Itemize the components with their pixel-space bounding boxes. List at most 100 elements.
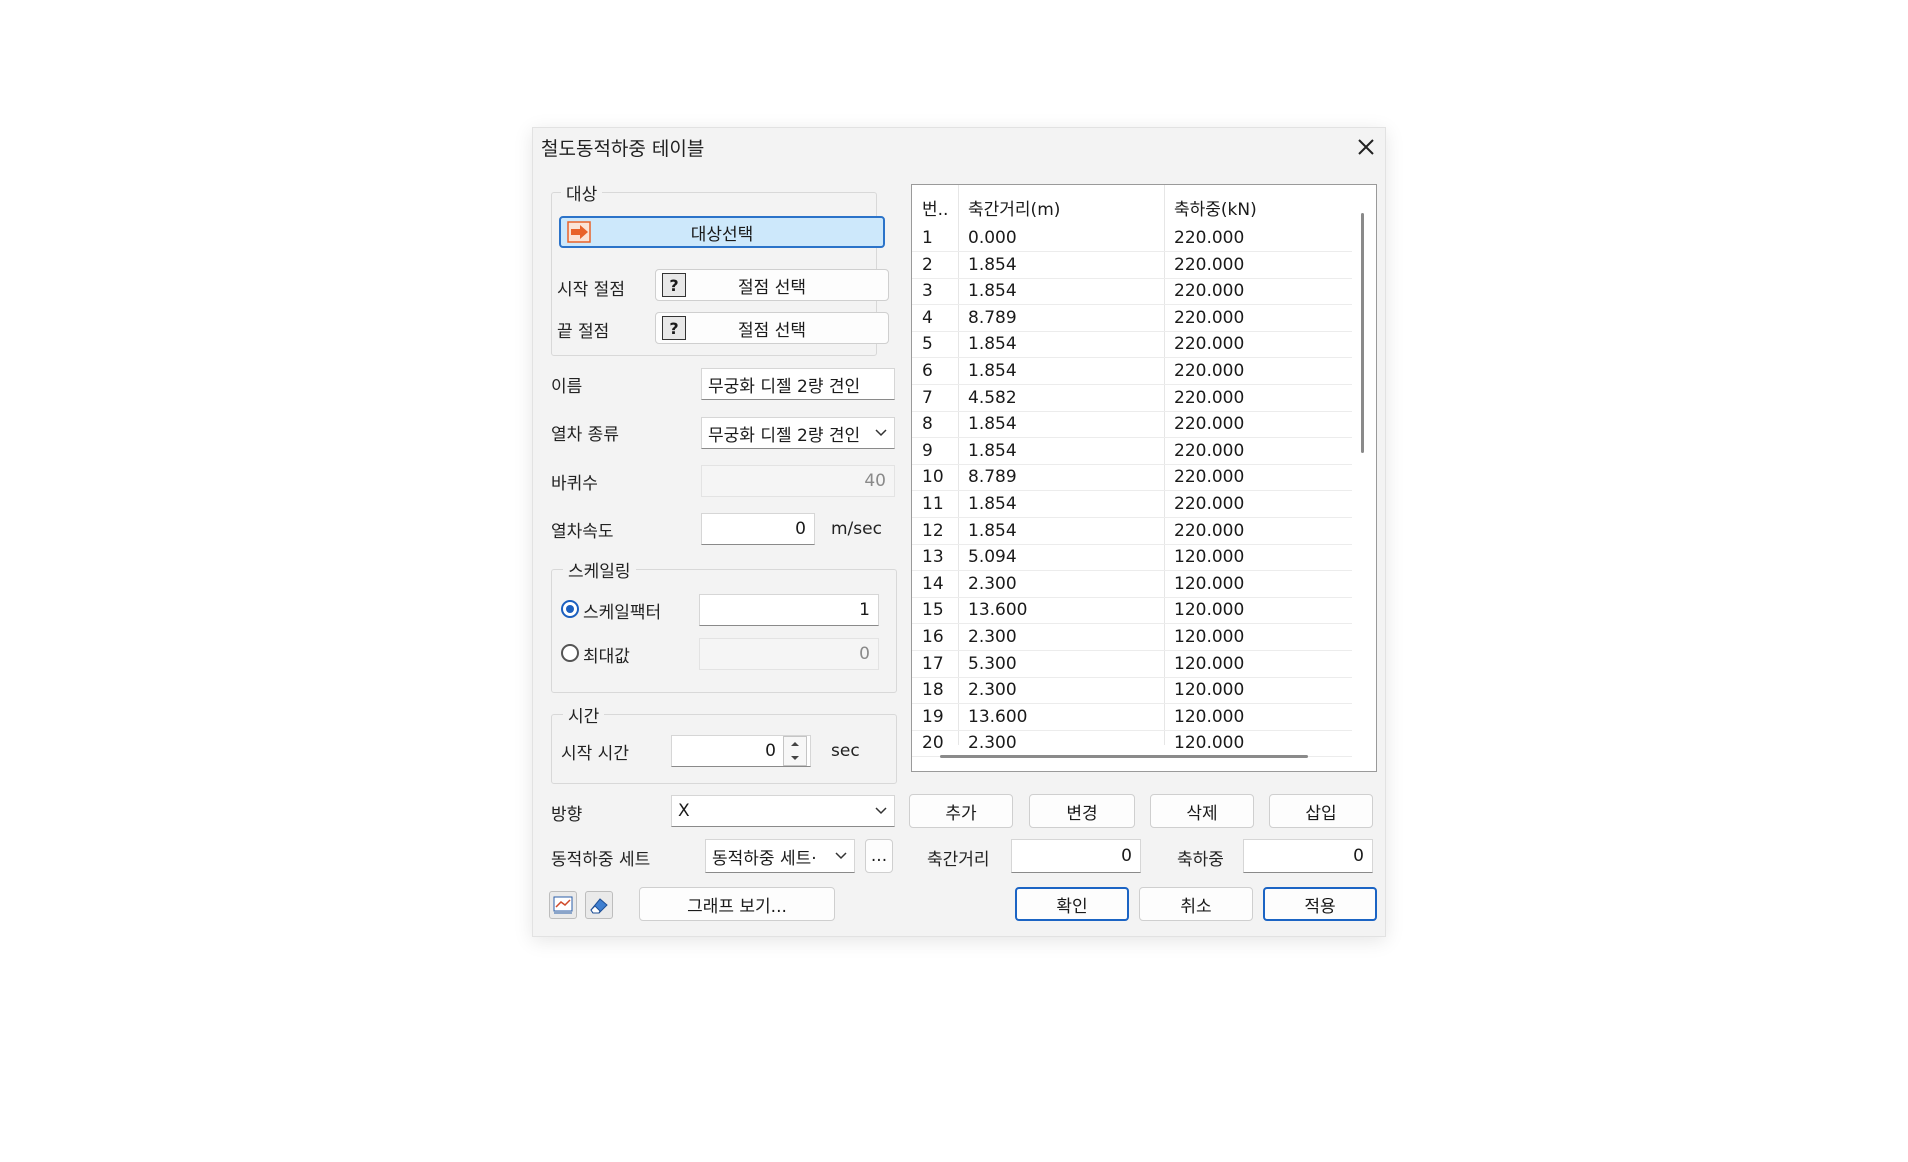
- scale-factor-radio[interactable]: [561, 600, 579, 618]
- add-row-label: 추가: [945, 803, 977, 824]
- start-node-select-button[interactable]: ? 절점 선택: [655, 269, 889, 301]
- table-row[interactable]: 12 1.854 220.000: [912, 518, 1352, 545]
- name-input[interactable]: 무궁화 디젤 2량 견인: [701, 368, 895, 400]
- col-header-axle-load[interactable]: 축하중(kN): [1174, 195, 1257, 220]
- horizontal-scrollbar[interactable]: [940, 755, 1308, 758]
- vertical-scrollbar[interactable]: [1361, 213, 1364, 453]
- table-row[interactable]: 1 0.000 220.000: [912, 225, 1352, 252]
- add-row-button[interactable]: 추가: [909, 794, 1013, 828]
- max-value-value: 0: [859, 644, 870, 664]
- table-row[interactable]: 2 1.854 220.000: [912, 252, 1352, 279]
- start-node-button-label: 절점 선택: [738, 277, 806, 298]
- table-row[interactable]: 6 1.854 220.000: [912, 358, 1352, 385]
- direction-select[interactable]: X: [671, 795, 895, 827]
- arrow-right-icon: [567, 221, 593, 243]
- table-row[interactable]: 18 2.300 120.000: [912, 677, 1352, 705]
- table-row[interactable]: 16 2.300 120.000: [912, 624, 1352, 651]
- target-group-label: 대상: [561, 180, 603, 205]
- axle-distance-cell: 1.854: [968, 361, 1017, 381]
- direction-value: X: [678, 801, 690, 821]
- table-row[interactable]: 4 8.789 220.000: [912, 305, 1352, 332]
- max-value-radio[interactable]: [561, 644, 579, 662]
- view-graph-button[interactable]: 그래프 보기...: [639, 887, 835, 921]
- table-view-icon[interactable]: [549, 891, 577, 919]
- select-target-button[interactable]: 대상선택: [559, 216, 885, 248]
- axle-table[interactable]: 번.. 축간거리(m) 축하중(kN) 1 0.000 220.000 2 1.854 2…: [911, 184, 1377, 772]
- row-number-cell: 14: [922, 573, 944, 594]
- axle-load-cell: 120.000: [1174, 600, 1245, 621]
- table-row[interactable]: 17 5.300 120.000: [912, 651, 1352, 678]
- dynamic-set-label: 동적하중 세트: [551, 850, 651, 870]
- row-number-cell: 15: [922, 600, 944, 621]
- axle-distance-cell: 5.300: [968, 653, 1017, 674]
- spin-up-icon[interactable]: [789, 740, 801, 748]
- axle-distance-cell: 2.300: [968, 733, 1017, 754]
- axle-distance-cell: 5.094: [968, 547, 1017, 568]
- table-row[interactable]: 13 5.094 120.000: [912, 544, 1352, 572]
- table-row[interactable]: 14 2.300 120.000: [912, 571, 1352, 598]
- close-icon[interactable]: [1351, 132, 1381, 162]
- wheel-count-field: 40: [701, 465, 895, 497]
- row-number-cell: 5: [922, 334, 933, 355]
- axle-load-cell: 220.000: [1174, 228, 1245, 248]
- axle-distance-cell: 13.600: [968, 706, 1028, 727]
- table-row[interactable]: 19 13.600 120.000: [912, 704, 1352, 731]
- ok-button[interactable]: 확인: [1015, 887, 1129, 921]
- row-number-cell: 3: [922, 281, 933, 302]
- chevron-down-icon: [835, 852, 847, 860]
- apply-button[interactable]: 적용: [1263, 887, 1377, 921]
- max-value-field: 0: [699, 638, 879, 670]
- col-header-number[interactable]: 번..: [922, 195, 948, 220]
- dynamic-set-select[interactable]: 동적하중 세트·: [705, 839, 855, 873]
- insert-row-label: 삽입: [1305, 803, 1337, 824]
- question-icon: ?: [662, 273, 686, 297]
- insert-row-button[interactable]: 삽입: [1269, 794, 1373, 828]
- train-type-value: 무궁화 디젤 2량 견인: [708, 425, 861, 446]
- apply-label: 적용: [1304, 896, 1336, 917]
- start-time-value: 0: [765, 741, 776, 761]
- wheel-count-value: 40: [864, 471, 886, 491]
- train-speed-unit: m/sec: [831, 519, 882, 539]
- ok-label: 확인: [1056, 896, 1088, 917]
- change-row-button[interactable]: 변경: [1029, 794, 1135, 828]
- col-header-axle-distance[interactable]: 축간거리(m): [968, 195, 1060, 220]
- axle-distance-cell: 1.854: [968, 334, 1017, 355]
- eraser-icon[interactable]: [585, 891, 613, 919]
- axle-distance-cell: 2.300: [968, 627, 1017, 647]
- table-row[interactable]: 7 4.582 220.000: [912, 385, 1352, 412]
- axle-load-value: 0: [1353, 846, 1364, 866]
- start-time-spinner[interactable]: [783, 736, 807, 766]
- row-number-cell: 2: [922, 254, 933, 275]
- table-row[interactable]: 10 8.789 220.000: [912, 464, 1352, 492]
- cancel-button[interactable]: 취소: [1139, 887, 1253, 921]
- axle-distance-cell: 2.300: [968, 680, 1017, 701]
- change-row-label: 변경: [1066, 803, 1098, 824]
- spin-down-icon[interactable]: [789, 754, 801, 762]
- chevron-down-icon: [875, 429, 887, 437]
- start-node-label: 시작 절점: [557, 280, 625, 300]
- table-row[interactable]: 5 1.854 220.000: [912, 331, 1352, 359]
- axle-distance-cell: 0.000: [968, 228, 1017, 248]
- train-type-select[interactable]: 무궁화 디젤 2량 견인: [701, 417, 895, 449]
- scale-factor-label: 스케일팩터: [583, 603, 662, 623]
- axle-distance-cell: 13.600: [968, 600, 1028, 621]
- axle-distance-input[interactable]: 0: [1011, 839, 1141, 873]
- table-row[interactable]: 3 1.854 220.000: [912, 278, 1352, 306]
- scale-factor-input[interactable]: 1: [699, 594, 879, 626]
- end-node-select-button[interactable]: ? 절점 선택: [655, 312, 889, 344]
- axle-load-input[interactable]: 0: [1243, 839, 1373, 873]
- dynamic-set-more-button[interactable]: ...: [865, 839, 893, 873]
- table-row[interactable]: 20 2.300 120.000: [912, 730, 1352, 758]
- select-target-label: 대상선택: [690, 224, 754, 245]
- delete-row-button[interactable]: 삭제: [1150, 794, 1254, 828]
- table-row[interactable]: 8 1.854 220.000: [912, 411, 1352, 439]
- row-number-cell: 6: [922, 361, 933, 381]
- table-row[interactable]: 15 13.600 120.000: [912, 597, 1352, 625]
- direction-label: 방향: [551, 805, 583, 825]
- axle-distance-cell: 1.854: [968, 494, 1017, 514]
- scaling-group: [551, 569, 897, 693]
- train-speed-input[interactable]: 0: [701, 513, 815, 545]
- dialog-title: 철도동적하중 테이블: [541, 138, 705, 160]
- table-row[interactable]: 9 1.854 220.000: [912, 438, 1352, 465]
- table-row[interactable]: 11 1.854 220.000: [912, 491, 1352, 518]
